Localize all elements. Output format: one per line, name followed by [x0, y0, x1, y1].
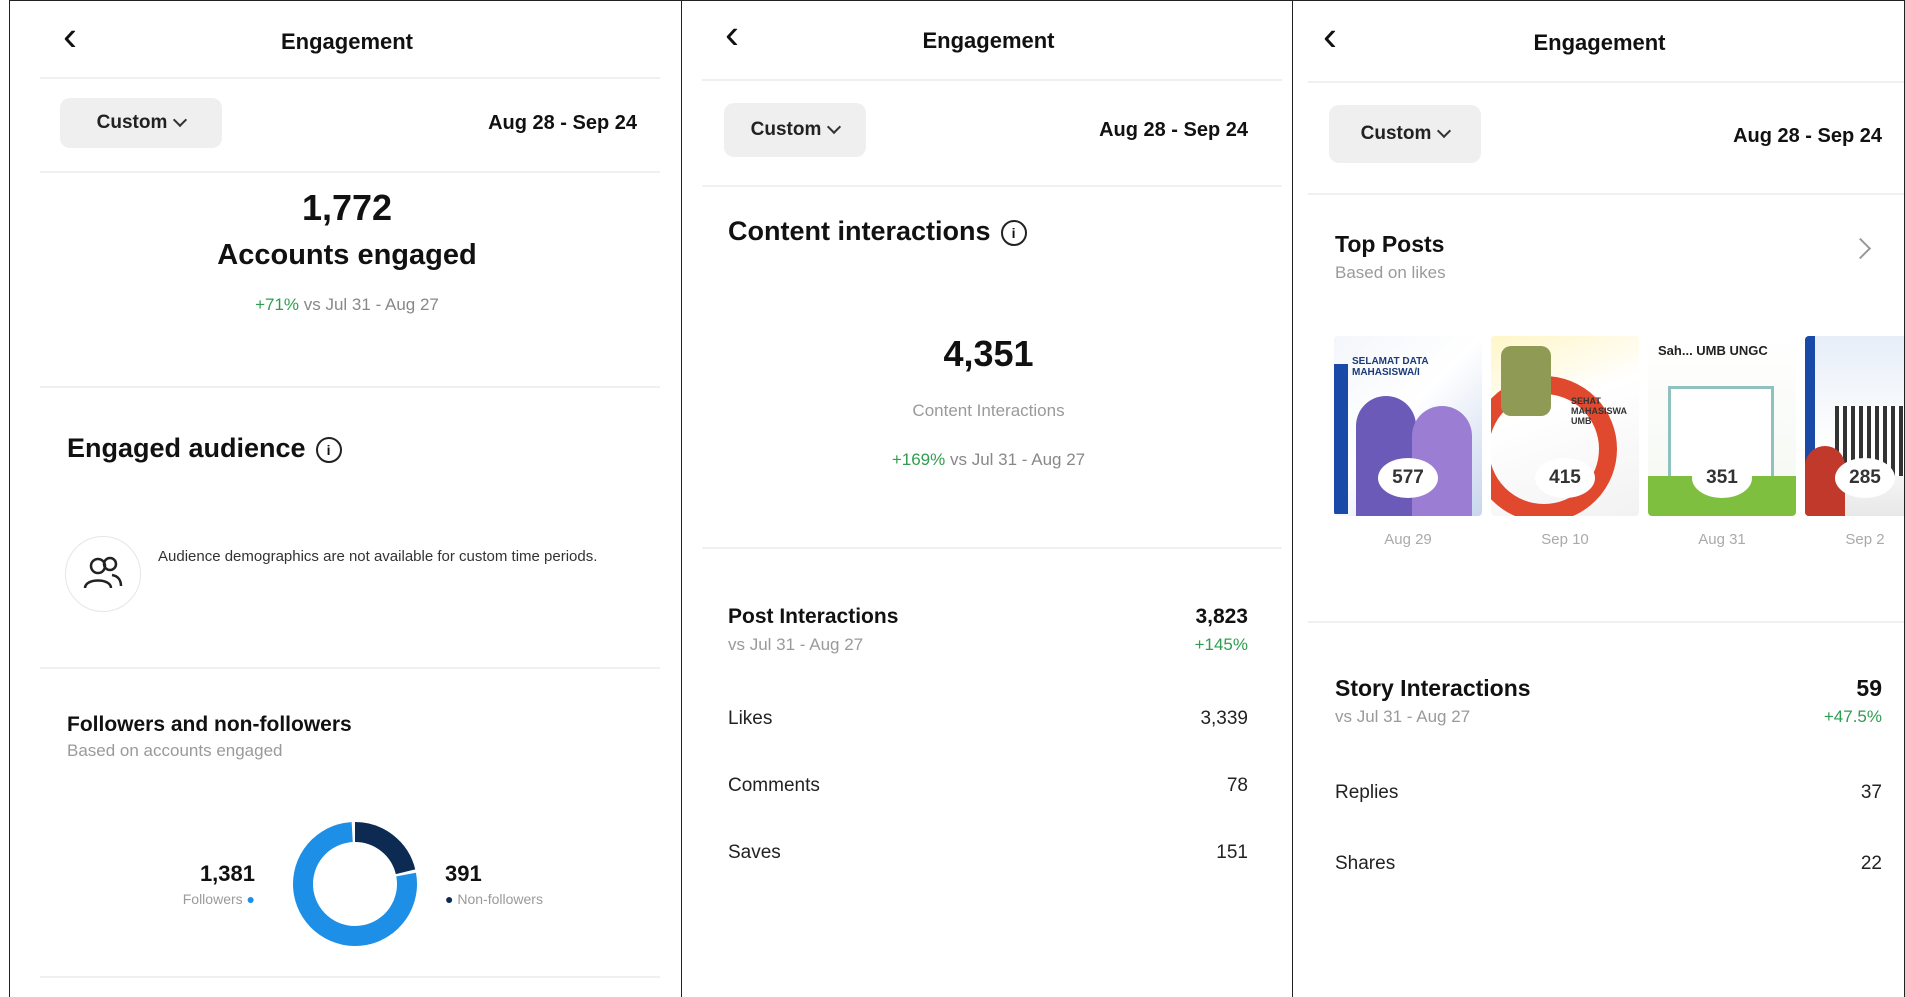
info-icon[interactable]: i [1000, 219, 1027, 246]
post-date: Aug 29 [1384, 531, 1432, 548]
page-title: Engagement [280, 29, 414, 54]
audience-notice: Audience demographics are not available … [158, 548, 598, 565]
story-interactions-title: Story Interactions [1335, 675, 1531, 701]
nonfollowers-value: 391 [445, 861, 482, 886]
custom-filter-button[interactable]: Custom [1329, 105, 1481, 163]
content-interactions-label: Content Interactions [912, 401, 1065, 420]
page-title: Engagement [1533, 30, 1666, 55]
nonfollowers-label: Non-followers [457, 891, 543, 907]
top-post-3[interactable]: Sah... UMB UNGC 351 [1648, 336, 1796, 516]
post-interactions-compare: vs Jul 31 - Aug 27 [728, 635, 864, 654]
saves-value: 151 [1216, 842, 1248, 863]
date-range: Aug 28 - Sep 24 [1733, 125, 1882, 147]
filter-label: Custom [96, 112, 168, 133]
followers-label: Followers [182, 891, 243, 907]
post-date: Aug 31 [1698, 531, 1746, 548]
date-range: Aug 28 - Sep 24 [488, 112, 637, 134]
post-caption: SEHAT MAHASISWA UMB [1571, 396, 1627, 426]
divider [40, 667, 660, 669]
content-interactions-value: 4,351 [943, 333, 1034, 374]
info-icon[interactable]: i [315, 436, 342, 463]
change-percent: +71% [255, 295, 300, 314]
post-figure [1501, 346, 1551, 416]
divider [1308, 81, 1904, 83]
date-range: Aug 28 - Sep 24 [1099, 119, 1248, 141]
post-caption: Sah... UMB UNGC [1658, 343, 1768, 358]
custom-filter-button[interactable]: Custom [60, 98, 222, 148]
chevron-down-icon [827, 119, 842, 135]
top-post-4[interactable]: 285 [1805, 336, 1904, 516]
divider [702, 547, 1282, 549]
content-interactions-comparison: +169% vs Jul 31 - Aug 27 [682, 450, 1293, 470]
engagement-panel-posts: ‹ Engagement Custom Aug 28 - Sep 24 Top … [1292, 0, 1905, 997]
replies-label: Replies [1335, 782, 1399, 803]
accounts-engaged-comparison: +71% vs Jul 31 - Aug 27 [10, 295, 682, 315]
accounts-engaged-label: Accounts engaged [217, 239, 477, 271]
post-figure [1356, 396, 1416, 516]
post-like-count: 285 [1835, 458, 1895, 498]
comments-value: 78 [1226, 775, 1248, 796]
top-post-1[interactable]: SELAMAT DATA MAHASISWA/I 577 [1334, 336, 1482, 516]
compare-period: vs Jul 31 - Aug 27 [299, 295, 439, 314]
post-like-count: 351 [1692, 458, 1752, 498]
audience-icon-wrap [65, 536, 141, 612]
compare-period: vs Jul 31 - Aug 27 [945, 450, 1086, 469]
divider [40, 171, 660, 173]
chevron-down-icon [173, 112, 188, 128]
accounts-engaged-value: 1,772 [301, 187, 393, 228]
post-like-count: 415 [1535, 458, 1595, 498]
page-title: Engagement [922, 28, 1055, 53]
content-interactions-heading: Content interactions i [728, 216, 1027, 247]
nonfollowers-legend: ● Non-followers [445, 891, 543, 907]
filter-label: Custom [750, 119, 822, 140]
post-date: Sep 2 [1845, 531, 1885, 548]
followers-title: Followers and non-followers [67, 713, 352, 736]
replies-value: 37 [1860, 782, 1882, 803]
chevron-right-icon[interactable] [1849, 237, 1872, 260]
followers-legend: Followers ● [110, 891, 255, 907]
top-posts-title: Top Posts [1335, 231, 1445, 257]
followers-donut-chart [293, 822, 417, 946]
followers-subtitle: Based on accounts engaged [67, 741, 283, 760]
shares-value: 22 [1860, 853, 1882, 874]
post-interactions-title: Post Interactions [728, 605, 899, 628]
top-posts-subtitle: Based on likes [1335, 263, 1446, 282]
divider [40, 976, 660, 978]
saves-label: Saves [728, 842, 781, 863]
followers-value: 1,381 [199, 861, 255, 886]
people-icon [83, 556, 123, 589]
engaged-audience-heading: Engaged audience i [67, 433, 342, 464]
divider [40, 77, 660, 79]
post-like-count: 577 [1378, 458, 1438, 498]
story-interactions-compare: vs Jul 31 - Aug 27 [1335, 707, 1471, 726]
divider [702, 79, 1282, 81]
likes-value: 3,339 [1200, 708, 1248, 729]
followers-dot: ● [246, 891, 255, 907]
divider [1308, 193, 1904, 195]
divider [1308, 621, 1904, 623]
story-interactions-value: 59 [1856, 675, 1882, 701]
engaged-audience-title: Engaged audience [67, 433, 306, 463]
engagement-panel-content: ‹ Engagement Custom Aug 28 - Sep 24 Cont… [681, 0, 1294, 997]
story-interactions-change: +47.5% [1823, 707, 1882, 726]
change-percent: +169% [891, 450, 946, 469]
chevron-down-icon [1437, 123, 1452, 139]
post-interactions-change: +145% [1194, 635, 1248, 654]
divider [702, 185, 1282, 187]
nonfollowers-dot: ● [445, 891, 454, 907]
top-post-2[interactable]: SEHAT MAHASISWA UMB 415 [1491, 336, 1639, 516]
content-interactions-title: Content interactions [728, 216, 991, 246]
post-accent [1334, 364, 1348, 514]
custom-filter-button[interactable]: Custom [724, 103, 866, 157]
post-interactions-value: 3,823 [1195, 605, 1248, 628]
post-caption: SELAMAT DATA MAHASISWA/I [1352, 356, 1429, 378]
divider [40, 386, 660, 388]
engagement-panel-accounts: ‹ Engagement Custom Aug 28 - Sep 24 1,77… [9, 0, 683, 997]
likes-label: Likes [728, 708, 773, 729]
post-date: Sep 10 [1541, 531, 1589, 548]
filter-label: Custom [1360, 123, 1432, 144]
shares-label: Shares [1335, 853, 1396, 874]
comments-label: Comments [728, 775, 820, 796]
